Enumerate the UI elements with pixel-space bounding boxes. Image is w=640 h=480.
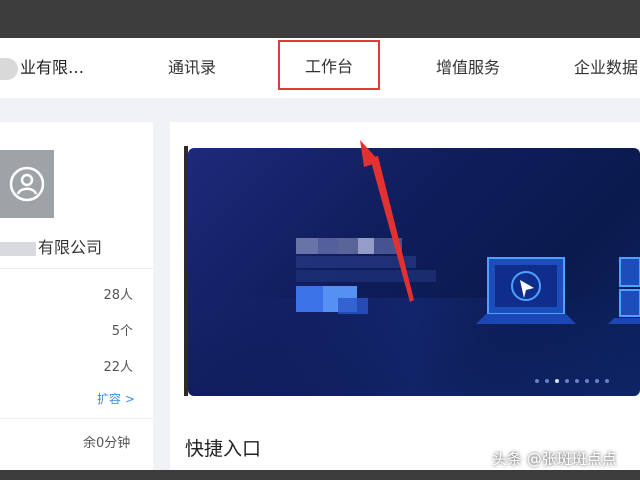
stat-departments: 5个 xyxy=(111,324,133,339)
quick-access-heading: 快捷入口 xyxy=(185,438,262,460)
pagination-dot[interactable] xyxy=(575,379,579,383)
nav-enterprise-data[interactable]: 企业数据 xyxy=(574,56,638,80)
pagination-dot[interactable] xyxy=(605,379,609,383)
nav-workbench-label: 工作台 xyxy=(304,57,353,76)
divider xyxy=(0,268,153,269)
pagination-dot[interactable] xyxy=(595,379,599,383)
stat-members: 28人 xyxy=(103,288,133,303)
nav-value-added-services[interactable]: 增值服务 xyxy=(436,56,500,80)
banner-artwork xyxy=(188,238,640,396)
remaining-minutes: 余0分钟 xyxy=(83,436,131,451)
bottom-dark-frame xyxy=(0,470,640,480)
pagination-dot[interactable] xyxy=(565,379,569,383)
org-name-blur xyxy=(0,241,36,256)
divider xyxy=(0,418,153,419)
org-name: 有限公司 xyxy=(0,236,102,260)
pagination-dot[interactable] xyxy=(535,379,539,383)
org-avatar[interactable] xyxy=(0,150,54,218)
watermark: 头条 @张斑斑点点 xyxy=(492,450,617,468)
pagination-dot[interactable] xyxy=(545,379,549,383)
nav-contacts[interactable]: 通讯录 xyxy=(168,56,216,80)
top-dark-frame xyxy=(0,0,640,38)
company-name-text: 业有限… xyxy=(20,58,85,77)
company-name[interactable]: 业有限… xyxy=(0,56,84,80)
promo-banner[interactable] xyxy=(188,148,640,396)
user-icon xyxy=(9,166,45,202)
pagination-dot-active[interactable] xyxy=(555,379,559,383)
banner-pagination[interactable] xyxy=(535,379,609,383)
stat-active-members: 22人 xyxy=(103,360,133,375)
org-name-text: 有限公司 xyxy=(38,238,103,257)
nav-workbench[interactable]: 工作台 xyxy=(278,40,380,90)
expand-capacity-link[interactable]: 扩容 > xyxy=(97,390,135,407)
pagination-dot[interactable] xyxy=(585,379,589,383)
company-logo-blurred xyxy=(0,57,18,80)
